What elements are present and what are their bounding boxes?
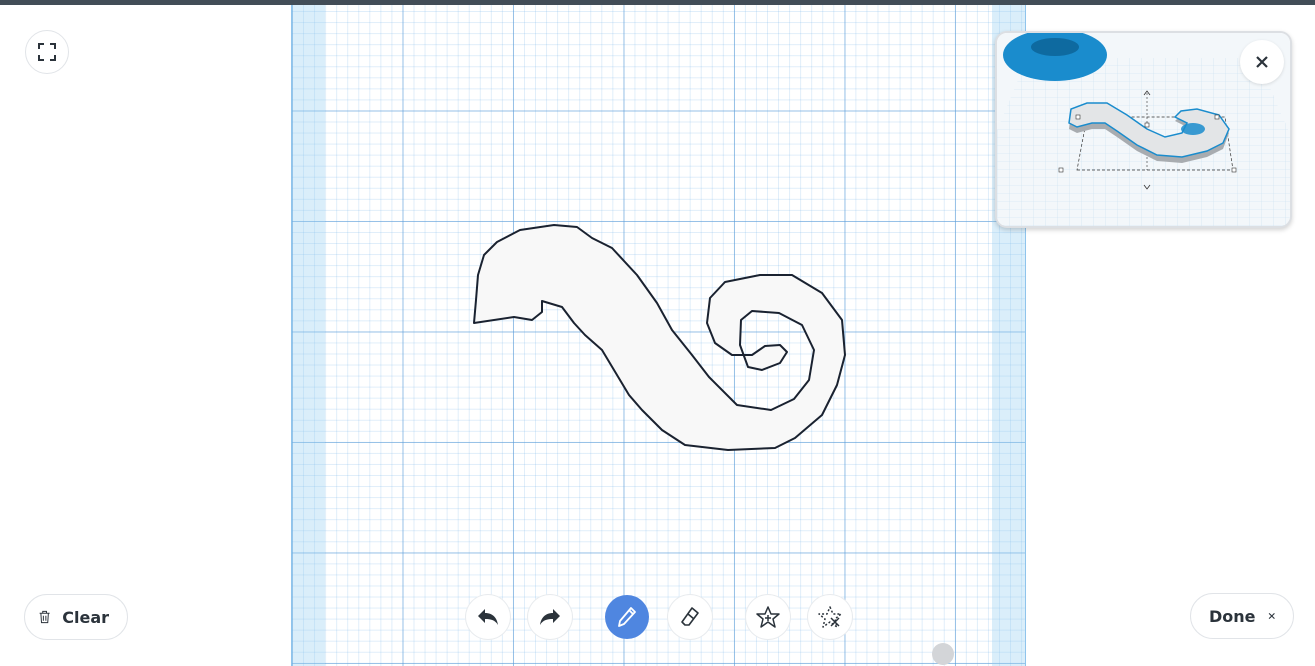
undo-button[interactable] bbox=[466, 595, 510, 639]
pencil-icon bbox=[618, 607, 636, 627]
pencil-tool-button[interactable] bbox=[605, 595, 649, 639]
preview-close-button[interactable] bbox=[1240, 40, 1284, 84]
undo-icon bbox=[478, 609, 498, 625]
drawn-shape[interactable] bbox=[473, 224, 846, 451]
drawing-canvas[interactable] bbox=[291, 5, 1026, 666]
eraser-tool-button[interactable] bbox=[668, 595, 712, 639]
fullscreen-icon bbox=[38, 43, 56, 61]
trash-icon bbox=[39, 610, 50, 624]
scroll-indicator[interactable] bbox=[932, 643, 954, 665]
remove-shape-button[interactable] bbox=[808, 595, 852, 639]
clear-button[interactable]: Clear bbox=[24, 594, 128, 640]
close-icon bbox=[1268, 612, 1275, 620]
add-shape-button[interactable] bbox=[746, 595, 790, 639]
redo-icon bbox=[540, 609, 560, 625]
3d-preview-panel bbox=[995, 31, 1292, 228]
redo-button[interactable] bbox=[528, 595, 572, 639]
fullscreen-button[interactable] bbox=[25, 30, 69, 74]
done-label: Done bbox=[1209, 606, 1256, 626]
close-icon bbox=[1256, 56, 1268, 68]
star-add-icon bbox=[756, 606, 780, 628]
done-button[interactable]: Done bbox=[1190, 593, 1294, 639]
clear-label: Clear bbox=[62, 607, 109, 627]
eraser-icon bbox=[681, 607, 699, 626]
star-remove-icon bbox=[818, 606, 842, 628]
sketch-svg bbox=[473, 224, 846, 451]
